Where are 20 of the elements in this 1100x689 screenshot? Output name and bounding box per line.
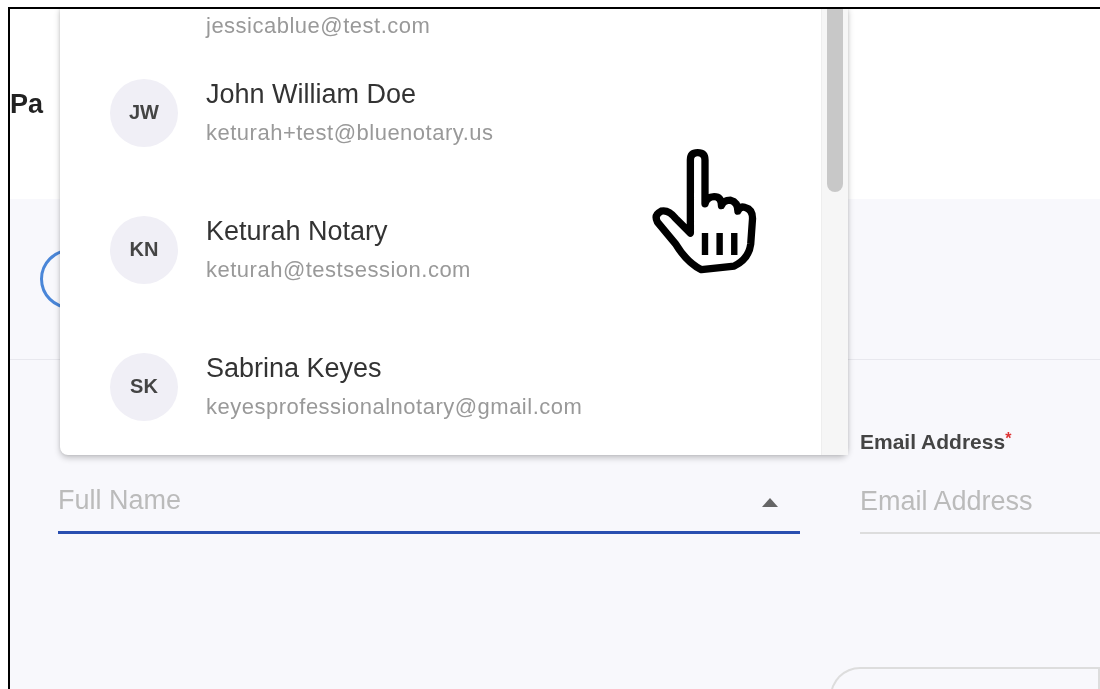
avatar-initials: KN — [110, 215, 178, 284]
contact-name: Sabrina Keyes — [206, 353, 383, 385]
field-label: Email Address — [860, 430, 1006, 453]
contact-option[interactable]: JW John William Doe keturah+test@bluenotary.us — [60, 44, 821, 182]
contact-email: keturah@testsession.com — [206, 257, 471, 284]
avatar-initials: SK — [110, 352, 178, 421]
contact-email: keturah+test@bluenotary.us — [206, 120, 494, 147]
scrollbar[interactable] — [821, 9, 848, 455]
contact-name: John William Doe — [206, 79, 418, 111]
contact-option[interactable]: SK Sabrina Keyes keyesprofessionalnotary@gmail.com — [60, 318, 821, 455]
required-asterisk: * — [1005, 430, 1012, 447]
email-field[interactable]: Email Address — [860, 470, 1100, 534]
contact-name: Keturah Notary — [206, 216, 389, 248]
section-heading: Pa — [10, 89, 44, 120]
contact-option[interactable]: KN Keturah Notary keturah@testsession.com — [60, 181, 821, 319]
caret-icon[interactable] — [760, 496, 780, 508]
full-name-field[interactable]: Full Name — [58, 470, 800, 534]
contact-email: jessicablue@test.com — [206, 13, 431, 39]
avatar-initials: JW — [110, 78, 178, 147]
contact-email: keyesprofessionalnotary@gmail.com — [206, 394, 583, 421]
